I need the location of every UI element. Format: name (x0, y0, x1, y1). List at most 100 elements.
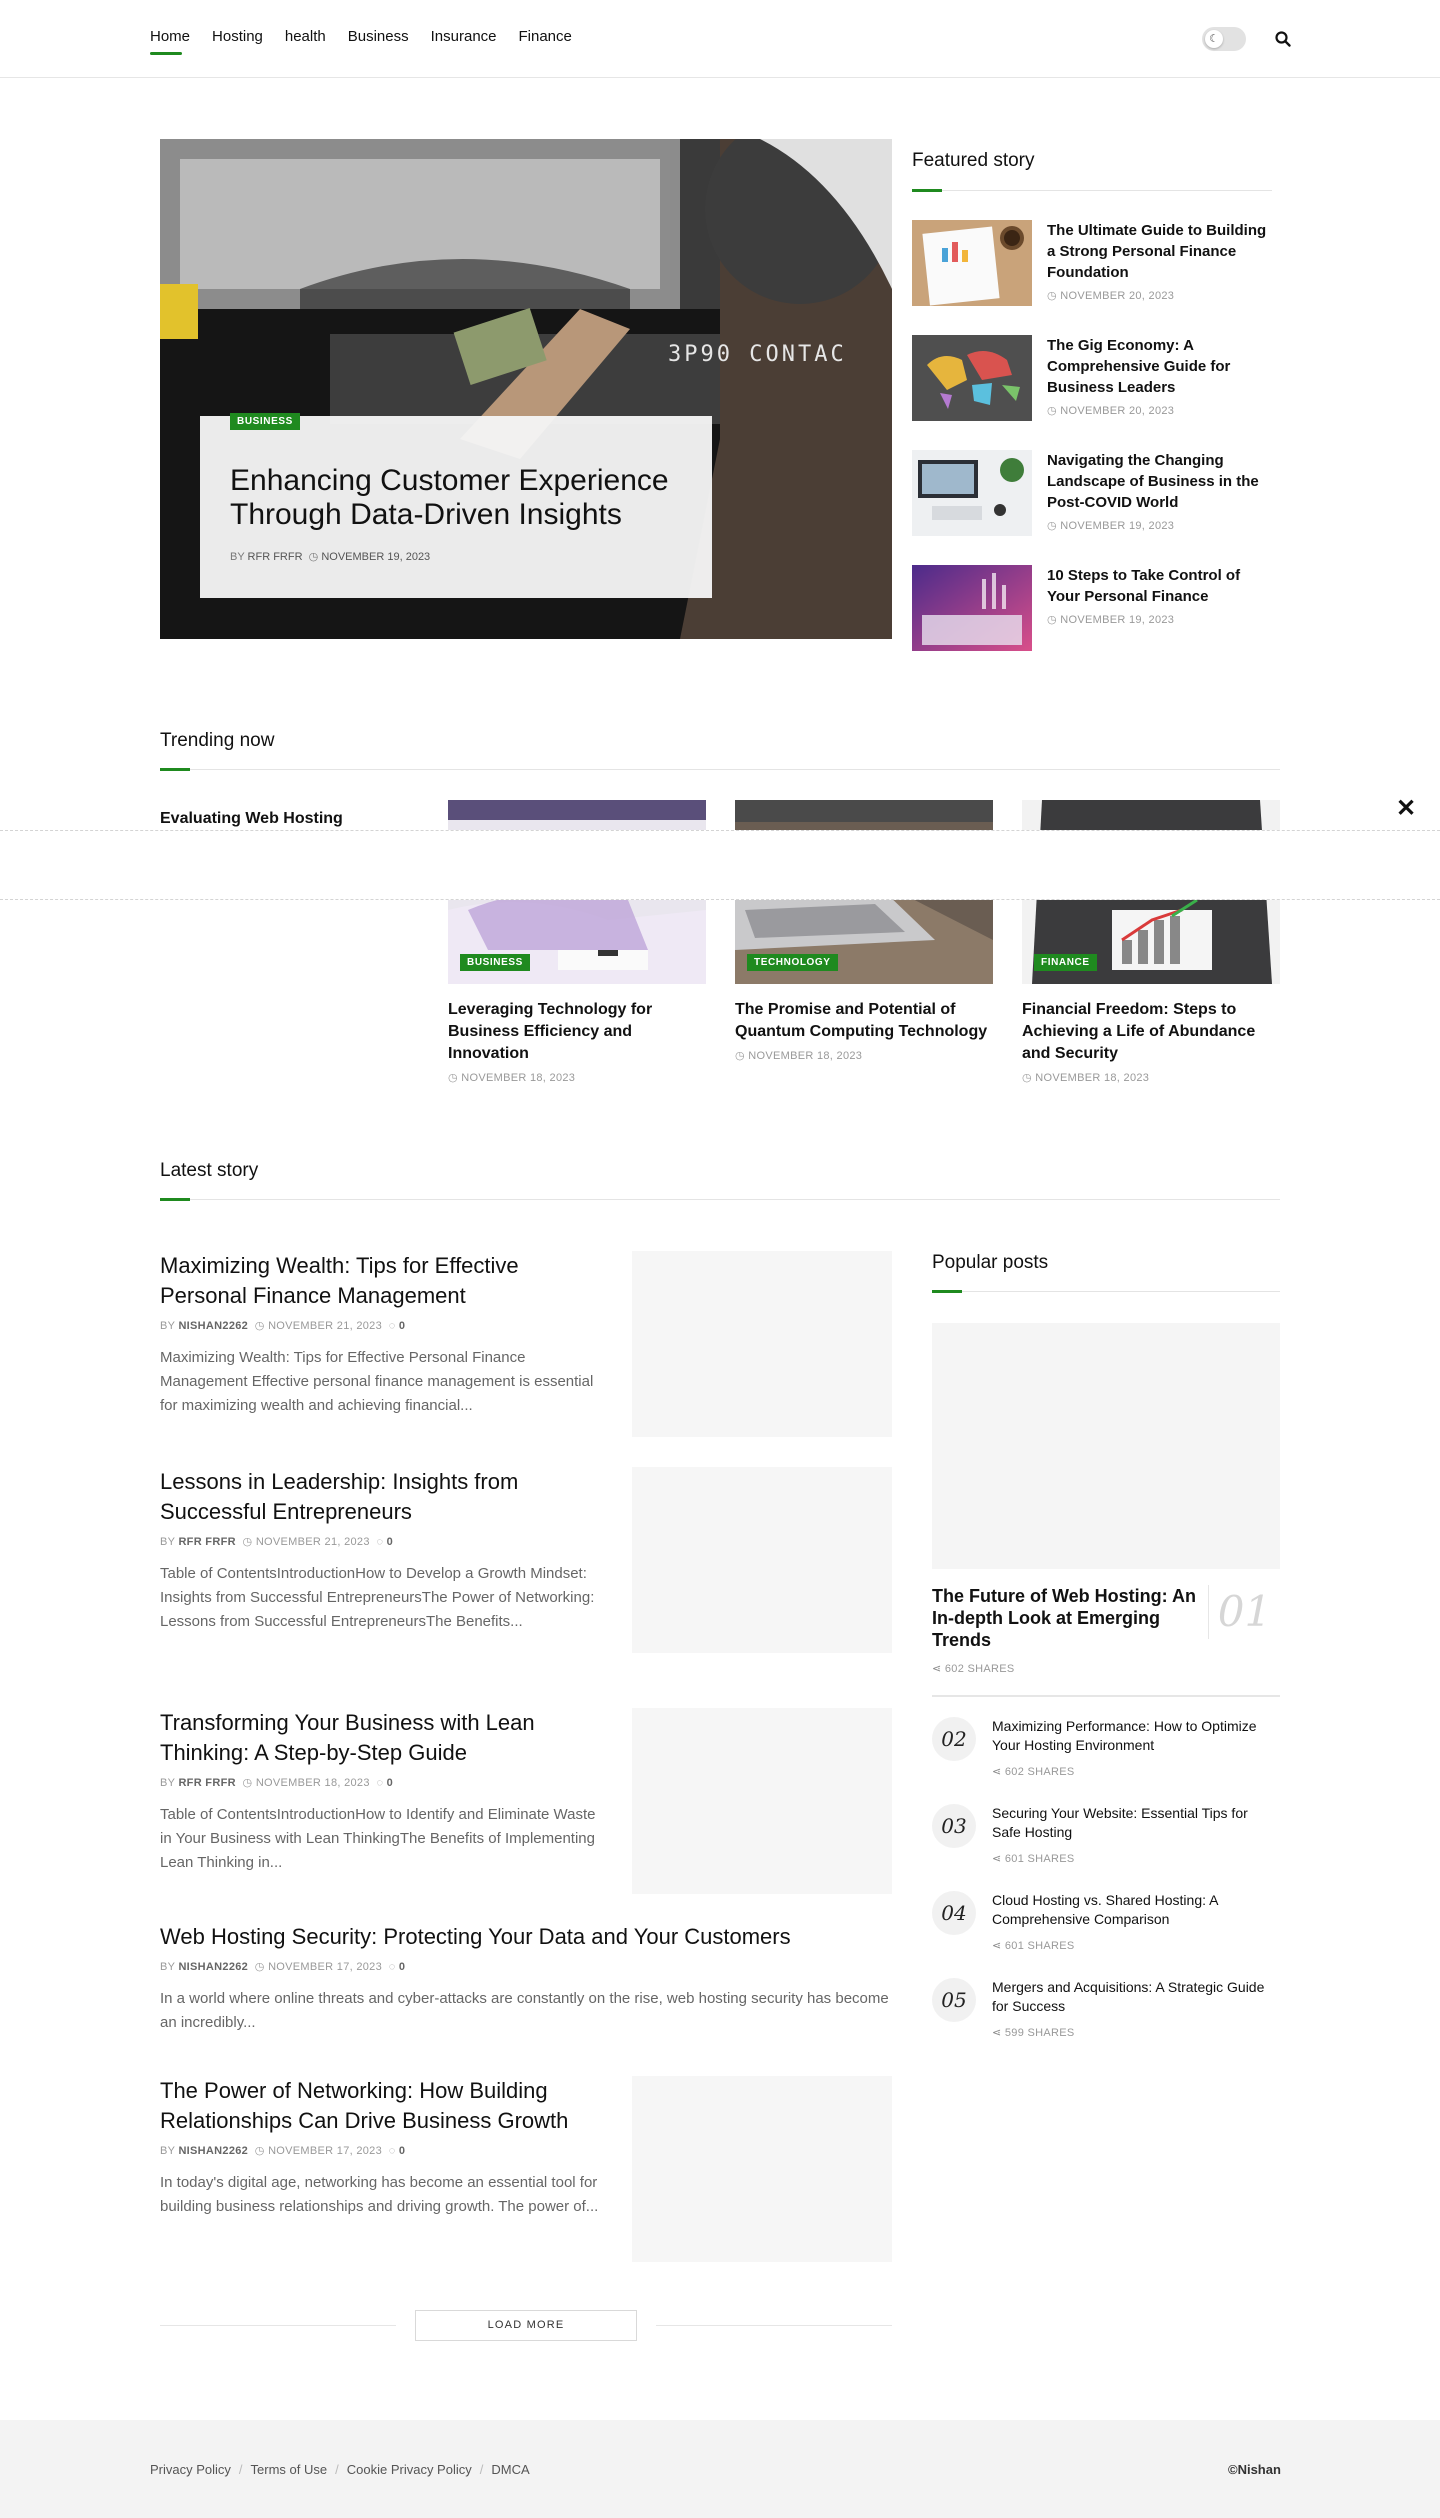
featured-divider (912, 189, 1272, 192)
featured-thumb-image (912, 220, 1032, 306)
post-author[interactable]: RFR FRFR (178, 1536, 235, 1548)
nav-item-home[interactable]: Home (150, 28, 190, 55)
search-icon[interactable] (1274, 30, 1292, 48)
featured-title[interactable]: 10 Steps to Take Control of Your Persona… (1047, 565, 1272, 607)
load-more-button[interactable]: LOAD MORE (415, 2310, 637, 2341)
footer-link-cookie[interactable]: Cookie Privacy Policy (347, 2462, 472, 2477)
post-comments[interactable]: 0 (399, 1320, 405, 1332)
popular-rank: 03 (932, 1804, 976, 1848)
close-icon[interactable]: ✕ (1396, 796, 1416, 822)
popular-divider (932, 1290, 1280, 1293)
featured-title[interactable]: Navigating the Changing Landscape of Bus… (1047, 450, 1272, 513)
post-title[interactable]: Lessons in Leadership: Insights from Suc… (160, 1467, 600, 1527)
featured-item[interactable]: 10 Steps to Take Control of Your Persona… (912, 565, 1272, 655)
popular-shares: 602 SHARES (992, 1765, 1280, 1778)
popular-item[interactable]: 05 Mergers and Acquisitions: A Strategic… (932, 1978, 1280, 2048)
post-image-placeholder[interactable] (632, 2076, 892, 2262)
post-comments[interactable]: 0 (399, 2145, 405, 2157)
clock-icon: ◷ (254, 1320, 265, 1332)
post-author[interactable]: RFR FRFR (178, 1777, 235, 1789)
hero-card: BUSINESS Enhancing Customer Experience T… (200, 413, 712, 598)
post-comments[interactable]: 0 (399, 1961, 405, 1973)
copyright: ©Nishan (1228, 2462, 1281, 2477)
clock-icon: ◷ (254, 2145, 265, 2157)
hero-date: NOVEMBER 19, 2023 (321, 551, 431, 563)
nav-item-health[interactable]: health (285, 28, 326, 51)
nav-item-finance[interactable]: Finance (519, 28, 572, 51)
popular-title[interactable]: Maximizing Performance: How to Optimize … (992, 1717, 1280, 1755)
popular-first-number: 01 (1208, 1585, 1280, 1639)
featured-title[interactable]: The Ultimate Guide to Building a Strong … (1047, 220, 1272, 283)
trending-title[interactable]: The Promise and Potential of Quantum Com… (735, 999, 993, 1043)
popular-title[interactable]: Mergers and Acquisitions: A Strategic Gu… (992, 1978, 1280, 2016)
popular-heading: Popular posts (932, 1252, 1049, 1273)
post-comments[interactable]: 0 (387, 1536, 393, 1548)
footer-link-privacy[interactable]: Privacy Policy (150, 2462, 231, 2477)
post-author[interactable]: NISHAN2262 (178, 1961, 248, 1973)
post-meta: BY RFR FRFR ◷ NOVEMBER 18, 2023 ◌ 0 (160, 1776, 600, 1789)
featured-heading: Featured story (912, 150, 1035, 171)
post-comments[interactable]: 0 (387, 1777, 393, 1789)
nav-item-insurance[interactable]: Insurance (431, 28, 497, 51)
trending-title[interactable]: Leveraging Technology for Business Effic… (448, 999, 706, 1065)
featured-item[interactable]: Navigating the Changing Landscape of Bus… (912, 450, 1272, 540)
author-prefix: BY (160, 1320, 176, 1332)
trending-first-title[interactable]: Evaluating Web Hosting (160, 810, 343, 828)
comment-icon: ◌ (388, 2145, 396, 2157)
post-title[interactable]: Transforming Your Business with Lean Thi… (160, 1708, 600, 1768)
popular-shares: 601 SHARES (992, 1852, 1280, 1865)
popular-first-title[interactable]: The Future of Web Hosting: An In-depth L… (932, 1585, 1202, 1651)
post-excerpt: Table of ContentsIntroductionHow to Iden… (160, 1806, 596, 1871)
featured-date: NOVEMBER 19, 2023 (1047, 613, 1272, 626)
clock-icon: ◷ (254, 1961, 265, 1973)
post-title[interactable]: The Power of Networking: How Building Re… (160, 2076, 600, 2136)
popular-rank: 02 (932, 1717, 976, 1761)
featured-item[interactable]: The Gig Economy: A Comprehensive Guide f… (912, 335, 1272, 425)
popular-item[interactable]: 02 Maximizing Performance: How to Optimi… (932, 1717, 1280, 1787)
comment-icon: ◌ (376, 1777, 384, 1789)
popular-item[interactable]: 03 Securing Your Website: Essential Tips… (932, 1804, 1280, 1874)
trending-category-badge[interactable]: FINANCE (1034, 954, 1097, 971)
hero-category-badge[interactable]: BUSINESS (230, 413, 300, 430)
hero-article[interactable]: 3P90 CONTAC BUSINESS Enhancing Customer … (160, 139, 892, 639)
post-image-placeholder[interactable] (632, 1467, 892, 1653)
trending-category-badge[interactable]: TECHNOLOGY (747, 954, 838, 971)
trending-date: NOVEMBER 18, 2023 (1022, 1071, 1280, 1084)
post-meta: BY RFR FRFR ◷ NOVEMBER 21, 2023 ◌ 0 (160, 1535, 600, 1548)
comment-icon: ◌ (388, 1961, 396, 1973)
post-image-placeholder[interactable] (632, 1708, 892, 1894)
post-author[interactable]: NISHAN2262 (178, 1320, 248, 1332)
dark-mode-toggle[interactable]: ☾ (1202, 27, 1246, 51)
featured-item[interactable]: The Ultimate Guide to Building a Strong … (912, 220, 1272, 310)
popular-title[interactable]: Cloud Hosting vs. Shared Hosting: A Comp… (992, 1891, 1280, 1929)
trending-heading: Trending now (160, 730, 275, 751)
hero-title[interactable]: Enhancing Customer Experience Through Da… (230, 464, 682, 532)
trending-category-badge[interactable]: BUSINESS (460, 954, 530, 971)
post-date: NOVEMBER 18, 2023 (255, 1777, 370, 1789)
popular-item[interactable]: 04 Cloud Hosting vs. Shared Hosting: A C… (932, 1891, 1280, 1961)
featured-title[interactable]: The Gig Economy: A Comprehensive Guide f… (1047, 335, 1272, 398)
nav-item-business[interactable]: Business (348, 28, 409, 51)
popular-image-placeholder[interactable] (932, 1323, 1280, 1569)
popular-rank: 04 (932, 1891, 976, 1935)
nav-item-hosting[interactable]: Hosting (212, 28, 263, 51)
featured-date: NOVEMBER 20, 2023 (1047, 404, 1272, 417)
latest-divider (160, 1198, 1280, 1201)
featured-thumb-image (912, 565, 1032, 651)
post-meta: BY NISHAN2262 ◷ NOVEMBER 17, 2023 ◌ 0 (160, 2144, 600, 2157)
footer-link-terms[interactable]: Terms of Use (251, 2462, 328, 2477)
footer-link-dmca[interactable]: DMCA (491, 2462, 529, 2477)
post-image-placeholder[interactable] (632, 1251, 892, 1437)
post-title[interactable]: Web Hosting Security: Protecting Your Da… (160, 1922, 892, 1952)
trending-date: NOVEMBER 18, 2023 (448, 1071, 706, 1084)
popular-title[interactable]: Securing Your Website: Essential Tips fo… (992, 1804, 1280, 1842)
trending-title[interactable]: Financial Freedom: Steps to Achieving a … (1022, 999, 1280, 1065)
post-excerpt: Maximizing Wealth: Tips for Effective Pe… (160, 1349, 594, 1414)
main-nav: Home Hosting health Business Insurance F… (150, 28, 572, 55)
footer-separator: / (335, 2462, 339, 2477)
popular-shares: 599 SHARES (992, 2026, 1280, 2039)
post-title[interactable]: Maximizing Wealth: Tips for Effective Pe… (160, 1251, 600, 1311)
hero-author[interactable]: RFR FRFR (248, 551, 303, 563)
site-header: Home Hosting health Business Insurance F… (0, 0, 1440, 78)
post-author[interactable]: NISHAN2262 (178, 2145, 248, 2157)
